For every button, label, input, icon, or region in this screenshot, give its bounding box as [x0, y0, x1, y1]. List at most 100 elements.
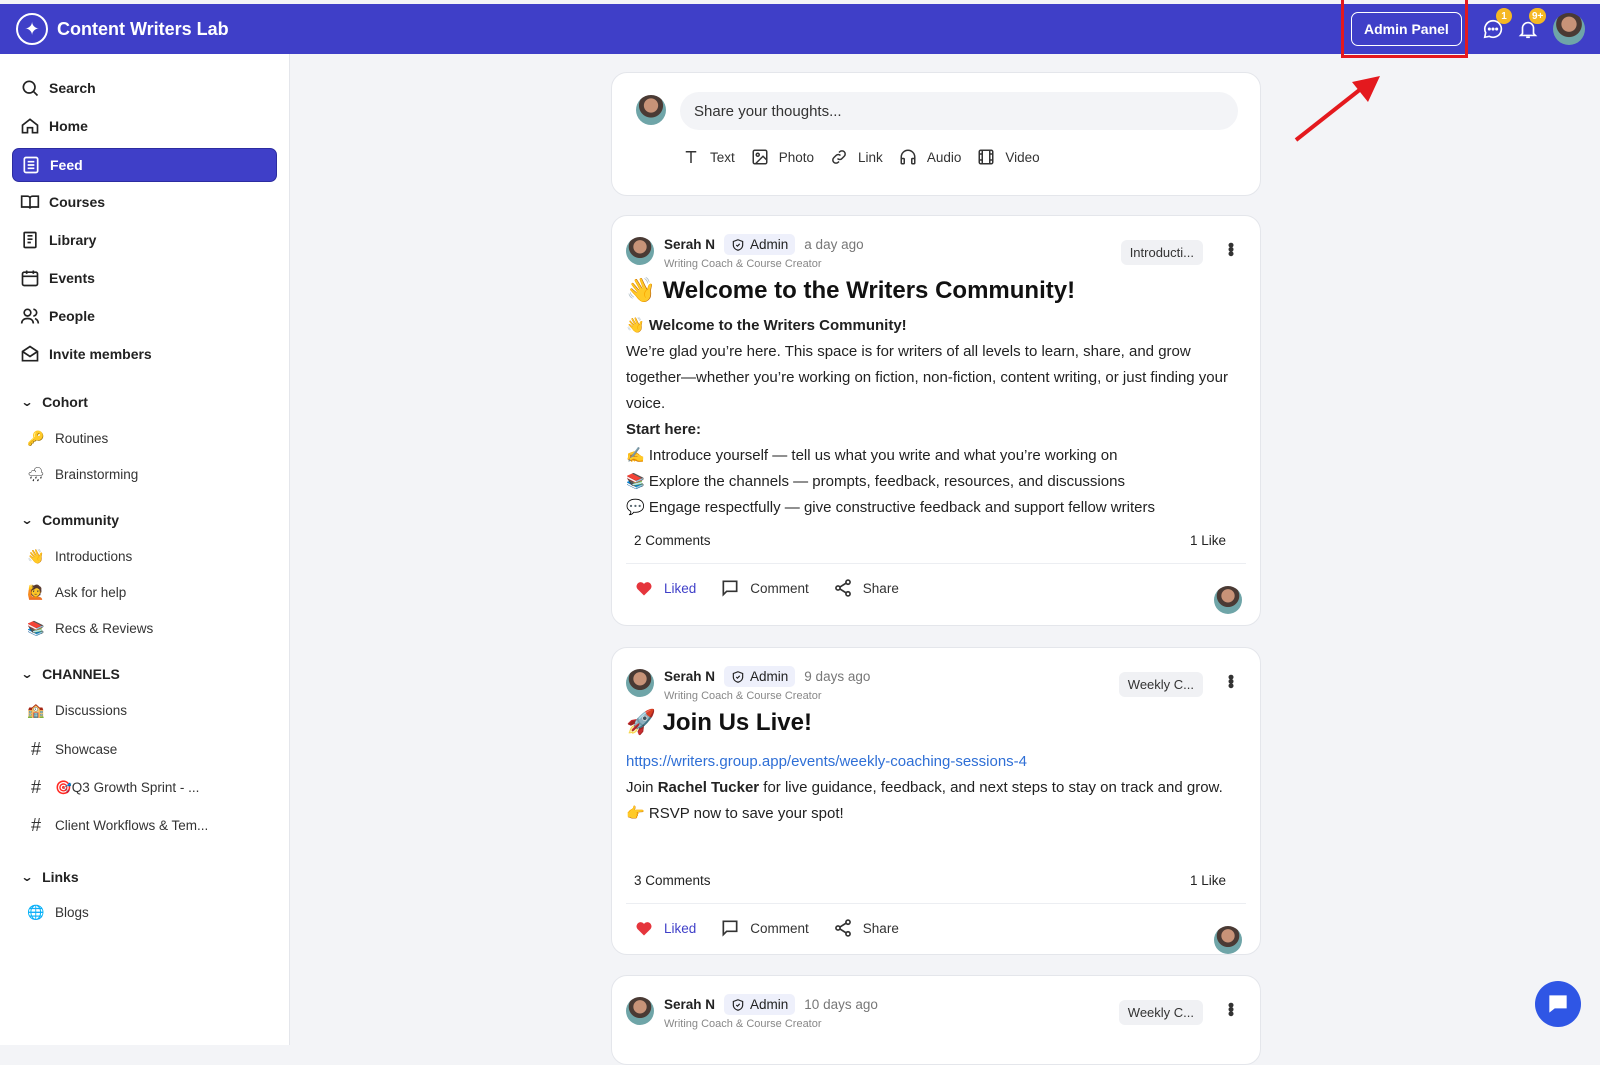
- post-title: 🚀 Join Us Live!: [626, 708, 812, 737]
- event-link[interactable]: https://writers.group.app/events/weekly-…: [626, 753, 1027, 770]
- comments-count[interactable]: 3 Comments: [634, 873, 711, 888]
- nav-invite-members[interactable]: Invite members: [12, 337, 277, 371]
- link-tool-button[interactable]: Link: [830, 148, 883, 166]
- channel-routines[interactable]: 🔑 Routines: [26, 430, 108, 447]
- author-avatar[interactable]: [626, 997, 654, 1025]
- section-channels[interactable]: ⌄ CHANNELS: [20, 666, 119, 682]
- channel-label: Recs & Reviews: [55, 621, 154, 636]
- channel-brainstorming[interactable]: 🌧 Brainstorming: [26, 466, 138, 483]
- divider: [626, 563, 1246, 564]
- channel-q3-growth-sprint[interactable]: # 🎯Q3 Growth Sprint - ...: [26, 777, 199, 798]
- chat-support-button[interactable]: [1535, 981, 1581, 1027]
- channel-tag[interactable]: Weekly C...: [1118, 1000, 1203, 1025]
- share-label: Share: [862, 920, 899, 936]
- channel-client-workflows[interactable]: # Client Workflows & Tem...: [26, 815, 208, 836]
- nav-home[interactable]: Home: [12, 109, 277, 143]
- key-icon: 🔑: [27, 430, 45, 446]
- nav-events[interactable]: Events: [12, 261, 277, 295]
- channel-tag[interactable]: Introducti...: [1120, 240, 1203, 265]
- comment-button[interactable]: Comment: [720, 578, 809, 598]
- post-actions: Liked Comment Share: [634, 578, 923, 598]
- author-name[interactable]: Serah N: [664, 997, 715, 1012]
- author-name[interactable]: Serah N: [664, 669, 715, 684]
- comment-label: Comment: [750, 920, 809, 936]
- author-subtitle: Writing Coach & Course Creator: [664, 690, 822, 702]
- channel-showcase[interactable]: # Showcase: [26, 739, 117, 760]
- liker-avatar[interactable]: [1214, 586, 1242, 614]
- post-header: Serah N Admin a day ago Writing Coach & …: [626, 234, 864, 270]
- globe-icon: 🌐: [27, 904, 45, 920]
- channel-label: 🎯Q3 Growth Sprint - ...: [55, 779, 200, 795]
- heart-icon: [636, 922, 652, 936]
- post-time[interactable]: a day ago: [804, 237, 863, 252]
- section-links[interactable]: ⌄ Links: [20, 869, 78, 885]
- share-label: Share: [862, 580, 899, 596]
- chevron-down-icon: ⌄: [20, 513, 34, 527]
- post-time[interactable]: 10 days ago: [804, 997, 878, 1012]
- role-label: Admin: [750, 997, 789, 1012]
- comment-button[interactable]: Comment: [720, 918, 809, 938]
- channel-tag[interactable]: Weekly C...: [1118, 672, 1203, 697]
- chevron-down-icon: ⌄: [20, 395, 34, 409]
- channel-recs-reviews[interactable]: 📚 Recs & Reviews: [26, 620, 153, 637]
- author-avatar[interactable]: [626, 237, 654, 265]
- section-community[interactable]: ⌄ Community: [20, 512, 119, 528]
- post-header: Serah N Admin 9 days ago Writing Coach &…: [626, 666, 870, 702]
- shield-icon: [732, 998, 744, 1011]
- author-avatar[interactable]: [626, 669, 654, 697]
- post-card: Serah N Admin a day ago Writing Coach & …: [611, 215, 1261, 626]
- photo-tool-button[interactable]: Photo: [751, 148, 814, 166]
- nav-library[interactable]: Library: [12, 223, 277, 257]
- body-intro: We’re glad you’re here. This space is fo…: [626, 343, 1228, 412]
- share-thoughts-input[interactable]: Share your thoughts...: [680, 92, 1238, 130]
- search-icon: [22, 80, 39, 97]
- post-header: Serah N Admin 10 days ago Writing Coach …: [626, 994, 878, 1030]
- nav-label: Feed: [50, 157, 83, 173]
- user-avatar[interactable]: [1553, 13, 1585, 45]
- nav-label: Home: [49, 118, 88, 134]
- link-blogs[interactable]: 🌐 Blogs: [26, 904, 89, 921]
- wave-emoji-icon: 👋: [626, 317, 645, 334]
- more-options-icon[interactable]: •••: [1221, 1002, 1241, 1015]
- like-button[interactable]: Liked: [634, 578, 696, 598]
- post-stats: 3 Comments 1 Like: [634, 873, 1226, 888]
- more-options-icon[interactable]: •••: [1221, 242, 1241, 255]
- channel-label: Blogs: [55, 905, 89, 920]
- comment-icon: [722, 920, 738, 937]
- likes-count[interactable]: 1 Like: [1190, 533, 1226, 548]
- join-text: Join Rachel Tucker for live guidance, fe…: [626, 775, 1246, 801]
- post-time[interactable]: 9 days ago: [804, 669, 870, 684]
- nav-search[interactable]: Search: [12, 71, 277, 105]
- nav-courses[interactable]: Courses: [12, 185, 277, 219]
- video-tool-button[interactable]: Video: [977, 148, 1040, 166]
- brand[interactable]: ✦ Content Writers Lab: [16, 13, 229, 45]
- likes-count[interactable]: 1 Like: [1190, 873, 1226, 888]
- channel-introductions[interactable]: 👋 Introductions: [26, 548, 132, 565]
- divider: [626, 903, 1246, 904]
- nav-label: People: [49, 308, 95, 324]
- nav-people[interactable]: People: [12, 299, 277, 333]
- more-options-icon[interactable]: •••: [1221, 674, 1241, 687]
- share-button[interactable]: Share: [833, 918, 899, 938]
- heart-icon: [636, 582, 652, 596]
- channel-label: Brainstorming: [55, 467, 139, 482]
- channel-discussions[interactable]: 🏫 Discussions: [26, 702, 127, 719]
- channel-ask-for-help[interactable]: 🙋 Ask for help: [26, 584, 126, 601]
- author-subtitle: Writing Coach & Course Creator: [664, 258, 822, 270]
- author-name[interactable]: Serah N: [664, 237, 715, 252]
- like-button[interactable]: Liked: [634, 918, 696, 938]
- join-suffix: for live guidance, feedback, and next st…: [759, 779, 1223, 796]
- books-icon: 📚: [27, 620, 45, 636]
- text-icon: [685, 151, 697, 163]
- comments-count[interactable]: 2 Comments: [634, 533, 711, 548]
- post-card: Serah N Admin 10 days ago Writing Coach …: [611, 975, 1261, 1065]
- section-cohort[interactable]: ⌄ Cohort: [20, 394, 87, 410]
- headphones-icon: [900, 149, 916, 165]
- role-label: Admin: [750, 237, 789, 252]
- liker-avatar[interactable]: [1214, 926, 1242, 954]
- text-tool-button[interactable]: Text: [682, 148, 735, 166]
- nav-feed[interactable]: Feed: [12, 148, 277, 182]
- audio-tool-button[interactable]: Audio: [899, 148, 961, 166]
- share-button[interactable]: Share: [833, 578, 899, 598]
- nav-label: Library: [49, 232, 97, 248]
